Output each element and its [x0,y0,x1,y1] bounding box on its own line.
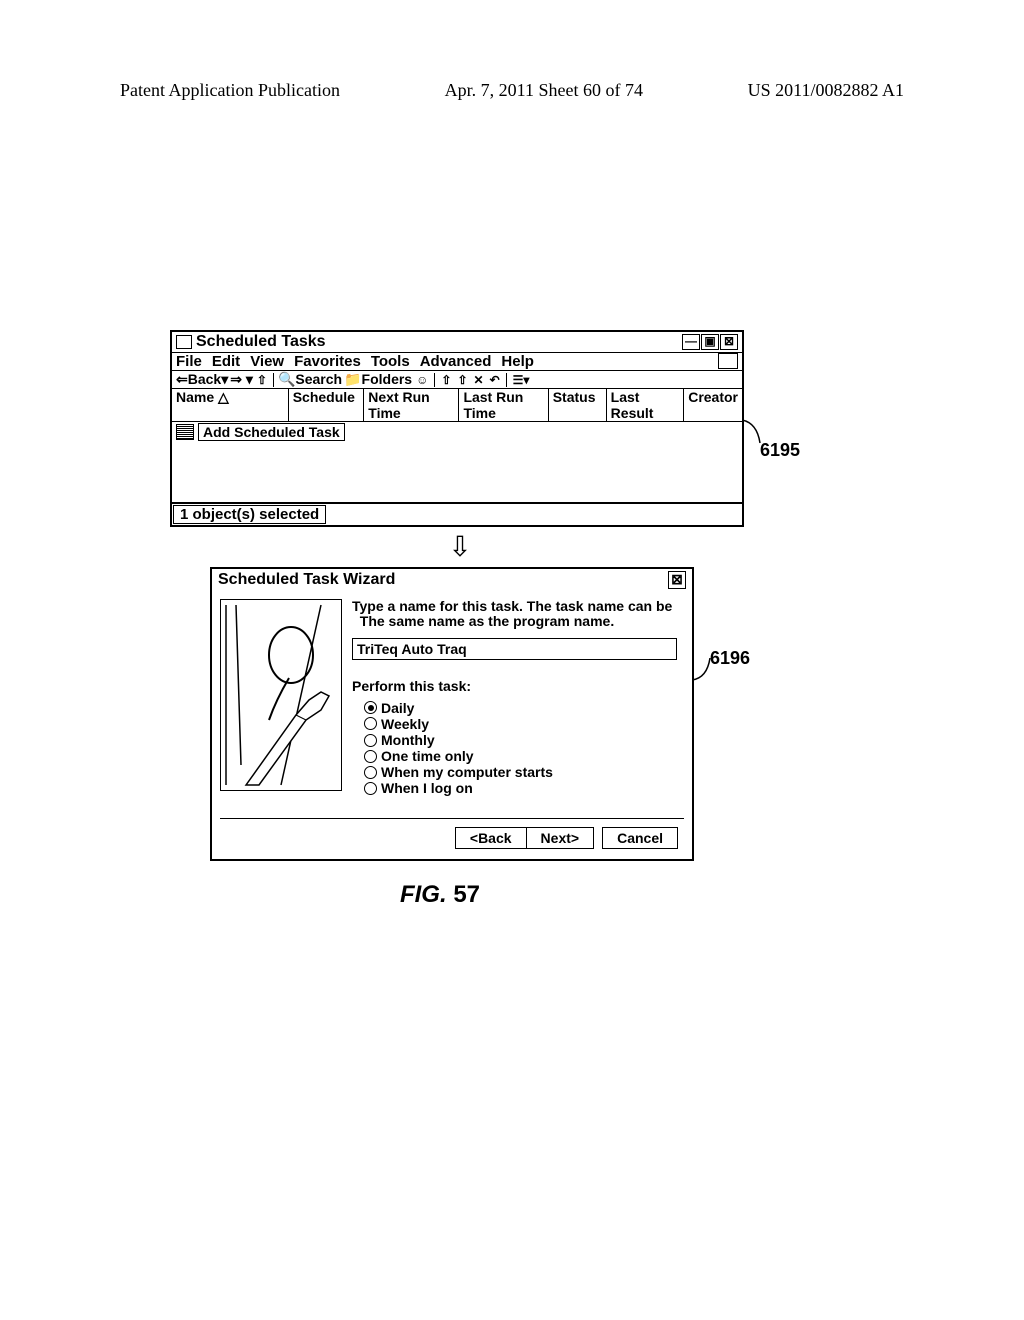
task-label: Add Scheduled Task [198,423,345,441]
wizard-image [220,599,342,791]
menu-favorites[interactable]: Favorites [294,353,361,370]
perform-label: Perform this task: [352,678,684,694]
app-icon [176,335,192,349]
next-button[interactable]: Next> [526,828,594,848]
minimize-button[interactable]: — [682,334,700,350]
radio-logon[interactable]: When I log on [364,780,684,796]
throbber-icon [718,353,738,369]
col-name[interactable]: Name △ [172,389,289,421]
doc-header: Patent Application Publication Apr. 7, 2… [0,80,1024,101]
menu-view[interactable]: View [250,353,284,370]
col-schedule[interactable]: Schedule [289,389,365,421]
menu-advanced[interactable]: Advanced [420,353,492,370]
radio-daily[interactable]: Daily [364,700,684,716]
delete-icon[interactable]: ✕ [472,373,486,387]
back-button[interactable]: ⇐Back▾ [176,371,228,388]
header-left: Patent Application Publication [120,80,340,101]
views-icon[interactable]: ☰▾ [511,373,532,387]
close-button[interactable]: ⊠ [720,334,738,350]
col-next-run[interactable]: Next Run Time [364,389,459,421]
status-text: 1 object(s) selected [173,505,326,524]
menu-bar: File Edit View Favorites Tools Advanced … [172,353,742,371]
col-creator[interactable]: Creator [684,389,742,421]
task-icon [176,424,194,440]
arrow-down-icon: ⇩ [170,533,750,561]
callout-line-6196 [692,658,722,688]
radio-once[interactable]: One time only [364,748,684,764]
header-center: Apr. 7, 2011 Sheet 60 of 74 [445,80,643,101]
status-bar: 1 object(s) selected [172,502,742,525]
back-button[interactable]: <Back [456,828,526,848]
wizard-title: Scheduled Task Wizard [218,571,395,589]
column-headers: Name △ Schedule Next Run Time Last Run T… [172,389,742,422]
cancel-button[interactable]: Cancel [602,827,678,849]
folders-button[interactable]: 📁Folders [344,371,412,388]
col-last-result[interactable]: Last Result [607,389,685,421]
undo-icon[interactable]: ↶ [488,373,502,387]
maximize-button[interactable]: ▣ [701,334,719,350]
task-row[interactable]: Add Scheduled Task [172,422,742,442]
copy-icon[interactable]: ⇧ [455,373,469,387]
toolbar: ⇐Back▾ ⇒ ▾ ⇧ 🔍Search 📁Folders ☺ ⇧ ⇧ ✕ ↶ … [172,371,742,389]
wizard-prompt: Type a name for this task. The task name… [352,599,684,630]
menu-file[interactable]: File [176,353,202,370]
scheduled-task-wizard: Scheduled Task Wizard ⊠ Type a name for … [210,567,694,861]
history-icon[interactable]: ☺ [414,373,430,387]
col-status[interactable]: Status [549,389,607,421]
radio-startup[interactable]: When my computer starts [364,764,684,780]
up-icon[interactable]: ⇧ [255,373,269,387]
window-title: Scheduled Tasks [196,333,326,351]
wizard-close-button[interactable]: ⊠ [668,571,686,589]
callout-line-6195 [742,415,772,445]
move-icon[interactable]: ⇧ [439,373,453,387]
task-name-input[interactable] [352,638,677,660]
figure-caption: FIG. 57 [130,881,750,909]
menu-edit[interactable]: Edit [212,353,240,370]
menu-help[interactable]: Help [501,353,534,370]
radio-weekly[interactable]: Weekly [364,716,684,732]
radio-monthly[interactable]: Monthly [364,732,684,748]
forward-button[interactable]: ⇒ ▾ [230,371,253,388]
content-area [172,442,742,502]
menu-tools[interactable]: Tools [371,353,410,370]
search-button[interactable]: 🔍Search [278,371,342,388]
title-bar: Scheduled Tasks — ▣ ⊠ [172,332,742,353]
header-right: US 2011/0082882 A1 [748,80,904,101]
col-last-run[interactable]: Last Run Time [459,389,548,421]
scheduled-tasks-window: Scheduled Tasks — ▣ ⊠ File Edit View Fav… [170,330,744,527]
